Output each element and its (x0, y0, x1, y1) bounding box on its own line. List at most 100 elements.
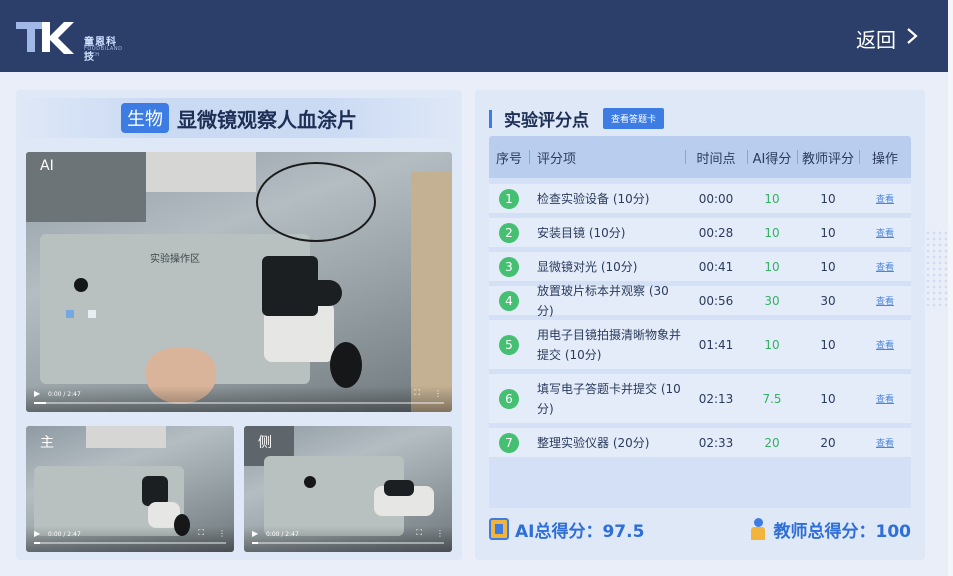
video-progress[interactable] (34, 402, 444, 404)
fullscreen-icon[interactable]: ⛶ (198, 528, 204, 538)
time-point: 02:13 (698, 391, 734, 406)
row-number: 7 (499, 432, 519, 453)
video-panel: 生物 显微镜观察人血涂片 实验操作区 AI ▶ 0:00 / 2:47 ⛶ ⋮ (16, 90, 462, 560)
teacher-score: 10 (820, 191, 836, 206)
row-number: 2 (499, 222, 519, 243)
video-box (86, 426, 166, 448)
score-item: 用电子目镜拍摄清晰物象并提交 (10分) (537, 327, 682, 362)
ai-score: 30 (764, 293, 780, 308)
video-knob (304, 476, 316, 488)
view-link[interactable]: 查看 (876, 294, 894, 307)
ai-score: 7.5 (762, 391, 782, 406)
ai-score-icon (489, 518, 509, 540)
time-point: 00:56 (698, 293, 734, 308)
video-wall (411, 172, 452, 412)
view-answer-card-button[interactable]: 查看答题卡 (603, 108, 665, 129)
teacher-score: 10 (820, 391, 836, 406)
ai-score: 10 (764, 337, 780, 352)
teacher-total-score: 教师总得分：100 (748, 517, 911, 542)
right-edge (948, 0, 953, 576)
table-row: 1 检查实验设备 (10分) 00:00 10 10 查看 (489, 184, 911, 213)
ai-score: 10 (764, 259, 780, 274)
view-link[interactable]: 查看 (876, 338, 894, 351)
video-time: 0:00 / 2:47 (48, 531, 81, 538)
video-tag: 主 (40, 435, 54, 451)
teacher-score: 20 (820, 435, 836, 450)
lesson-header: 生物 显微镜观察人血涂片 (16, 98, 462, 138)
score-item: 显微镜对光 (10分) (537, 259, 638, 274)
front-video-player[interactable]: 主 ▶ 0:00 / 2:47 ⛶ ⋮ (26, 426, 234, 552)
side-video-player[interactable]: 侧 ▶ 0:00 / 2:47 ⛶ ⋮ (244, 426, 452, 552)
desk-label: 实验操作区 (150, 254, 200, 265)
company-logo: 童恩科技 FOODBILAND TECH (16, 18, 126, 63)
video-progress[interactable] (252, 542, 444, 544)
main-video-player[interactable]: 实验操作区 AI ▶ 0:00 / 2:47 ⛶ ⋮ (26, 152, 452, 412)
table-row: 2 安装目镜 (10分) 00:28 10 10 查看 (489, 218, 911, 247)
column-header: 序号 (495, 151, 522, 167)
back-button[interactable]: 返回 (856, 24, 918, 53)
lesson-title: 显微镜观察人血涂片 (177, 107, 357, 132)
teacher-score-icon (748, 518, 768, 540)
back-label: 返回 (856, 28, 896, 52)
video-progress[interactable] (34, 542, 226, 544)
teacher-score: 10 (820, 259, 836, 274)
score-item: 放置玻片标本并观察 (30分) (537, 283, 669, 318)
column-header: 操作 (859, 136, 911, 178)
fullscreen-icon[interactable]: ⛶ (414, 388, 420, 398)
time-point: 02:33 (698, 435, 734, 450)
view-link[interactable]: 查看 (876, 260, 894, 273)
row-number: 4 (499, 290, 519, 311)
column-header: 教师评分 (797, 136, 859, 178)
view-link[interactable]: 查看 (876, 192, 894, 205)
play-icon[interactable]: ▶ (34, 389, 40, 398)
row-number: 5 (499, 334, 519, 355)
desk-icon (88, 310, 96, 318)
play-icon[interactable]: ▶ (252, 529, 258, 538)
play-icon[interactable]: ▶ (34, 529, 40, 538)
scoring-table: 序号 评分项 时间点 AI得分 教师评分 操作 1 检查实验设备 (10分) 0… (489, 136, 911, 508)
column-header: AI得分 (747, 136, 797, 178)
score-summary: AI总得分：97.5 教师总得分：100 (489, 514, 911, 544)
score-item: 安装目镜 (10分) (537, 225, 626, 240)
microscope-eyepiece (296, 280, 342, 306)
more-icon[interactable]: ⋮ (434, 389, 442, 398)
ai-total-label: AI总得分：97.5 (515, 521, 645, 542)
view-link[interactable]: 查看 (876, 436, 894, 449)
time-point: 00:41 (698, 259, 734, 274)
title-accent-bar (489, 109, 492, 128)
table-row: 6 填写电子答题卡并提交 (10分) 02:13 7.5 10 查看 (489, 374, 911, 423)
time-point: 00:28 (698, 225, 734, 240)
scoring-title: 实验评分点 (504, 111, 589, 131)
column-header: 评分项 (529, 136, 685, 178)
teacher-score: 30 (820, 293, 836, 308)
ai-score: 10 (764, 191, 780, 206)
more-icon[interactable]: ⋮ (218, 529, 226, 538)
more-icon[interactable]: ⋮ (436, 529, 444, 538)
table-row: 5 用电子目镜拍摄清晰物象并提交 (10分) 01:41 10 10 查看 (489, 320, 911, 369)
microscope-body (384, 480, 414, 496)
fullscreen-icon[interactable]: ⛶ (416, 528, 422, 538)
subject-tag: 生物 (121, 103, 169, 133)
column-header: 时间点 (685, 136, 747, 178)
view-link[interactable]: 查看 (876, 226, 894, 239)
table-row: 4 放置玻片标本并观察 (30分) 00:56 30 30 查看 (489, 284, 911, 318)
score-item: 检查实验设备 (10分) (537, 191, 650, 206)
logo-mark-icon (16, 22, 74, 54)
video-mouse (330, 342, 362, 388)
table-header: 序号 评分项 时间点 AI得分 教师评分 操作 (489, 136, 911, 178)
video-controls: ▶ 0:00 / 2:47 ⛶ ⋮ (26, 526, 234, 552)
row-number: 1 (499, 188, 519, 209)
scoring-panel: 实验评分点 查看答题卡 序号 评分项 时间点 AI得分 教师评分 操作 1 检查… (475, 90, 925, 560)
video-controls: ▶ 0:00 / 2:47 ⛶ ⋮ (244, 526, 452, 552)
ai-total-score: AI总得分：97.5 (489, 517, 644, 542)
video-knob (74, 278, 88, 292)
teacher-score: 10 (820, 225, 836, 240)
table-row: 7 整理实验仪器 (20分) 02:33 20 20 查看 (489, 428, 911, 457)
score-item: 整理实验仪器 (20分) (537, 435, 650, 450)
video-controls: ▶ 0:00 / 2:47 ⛶ ⋮ (26, 386, 452, 412)
ai-score: 20 (764, 435, 780, 450)
score-item: 填写电子答题卡并提交 (10分) (537, 381, 681, 416)
view-link[interactable]: 查看 (876, 392, 894, 405)
chevron-right-icon (906, 26, 918, 51)
video-cable (256, 162, 376, 242)
